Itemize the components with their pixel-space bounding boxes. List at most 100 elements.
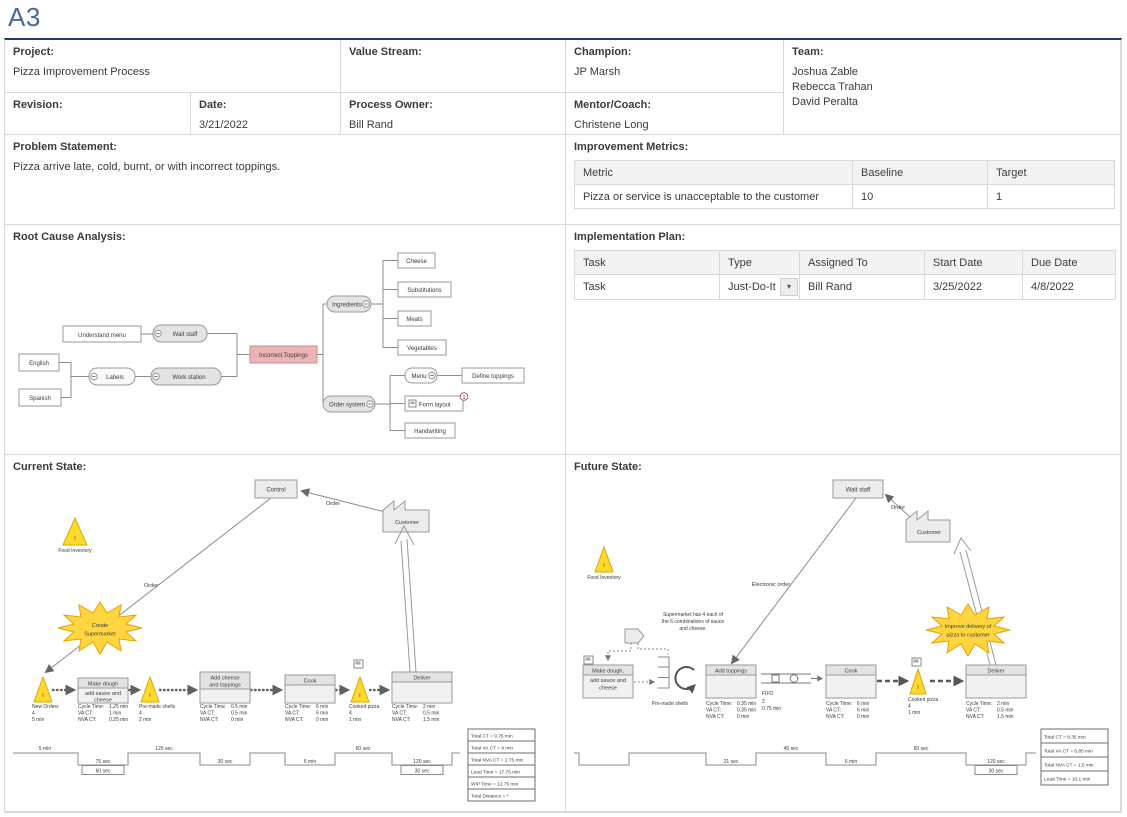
data-label: NVA CT: — [706, 714, 725, 720]
timeline-value: 120 sec — [155, 746, 173, 752]
process-owner-label: Process Owner: — [349, 99, 557, 111]
factory-icon[interactable] — [906, 511, 950, 542]
node-label: Incorrect Toppings — [259, 353, 308, 359]
metric-baseline-cell[interactable]: 10 — [853, 185, 988, 209]
queue-qty: 4 — [349, 711, 352, 717]
process-title: Add cheese — [210, 676, 239, 682]
champion-value[interactable]: JP Marsh — [574, 65, 775, 80]
arrow-label: Order — [144, 583, 158, 589]
summary-row: Total Distance = * — [471, 794, 509, 800]
inventory-i: I — [917, 685, 918, 691]
data-label: VA CT: — [285, 711, 300, 717]
node-label: Understand menu — [78, 333, 126, 339]
summary-row: Total CT = 8.35 min — [1044, 735, 1086, 741]
timeline-value: 45 sec — [784, 746, 799, 752]
customer-label: Customer — [395, 520, 419, 526]
burst-label: pizza to customer — [946, 633, 989, 639]
node-label: Form layout — [419, 403, 451, 409]
arrow-label: Order — [891, 505, 905, 511]
root-cause-diagram: Understand menu Wait staff English Spani… — [5, 225, 566, 455]
node-label: Substitutions — [407, 288, 441, 294]
summary-row: Total CT = 9.75 min — [471, 734, 513, 740]
team-member[interactable]: David Peralta — [792, 95, 1112, 110]
project-value[interactable]: Pizza Improvement Process — [13, 65, 332, 80]
node-label: Define toppings — [472, 374, 514, 380]
data-value: 6 min — [316, 704, 328, 710]
checkbox-icon — [914, 660, 919, 663]
node-label: Cheese — [406, 259, 427, 265]
queue-name: Pre-made shells — [139, 704, 176, 710]
fifo-label: FIFO — [762, 691, 773, 697]
timeline — [13, 753, 460, 765]
revision-field: Revision: — [5, 93, 191, 135]
plan-header-row: Task Type Assigned To Start Date Due Dat… — [575, 251, 1116, 275]
plan-col-due: Due Date — [1023, 251, 1116, 275]
metrics-col-target: Target — [988, 161, 1115, 185]
factory-icon[interactable] — [383, 501, 429, 532]
data-value: 6 min — [857, 708, 869, 714]
data-label: VA CT: — [392, 711, 407, 717]
data-value: 0.5 min — [231, 704, 248, 710]
kanban-pentagon-icon[interactable] — [625, 629, 644, 643]
data-label: VA CT: — [706, 708, 721, 714]
supermarket-shelf-icon[interactable] — [658, 657, 669, 688]
improvement-metrics-section: Improvement Metrics: Metric Baseline Tar… — [566, 135, 1121, 225]
shipment-arrow[interactable] — [954, 538, 996, 665]
plan-table: Task Type Assigned To Start Date Due Dat… — [574, 250, 1116, 300]
data-label: VA CT: — [966, 708, 981, 714]
mentor-value[interactable]: Christene Long — [574, 118, 775, 133]
queue-qty: 4 — [908, 704, 911, 710]
inventory-i: I — [74, 536, 75, 542]
data-label: Cycle Time: — [392, 704, 418, 710]
shipment-arrow[interactable] — [395, 526, 416, 672]
data-value: 0.5 min — [997, 708, 1014, 714]
plan-col-type: Type — [720, 251, 800, 275]
process-owner-field: Process Owner: Bill Rand — [341, 93, 566, 135]
current-state-section: Current State: Order Order Control Custo… — [5, 455, 566, 812]
metrics-label: Improvement Metrics: — [574, 141, 1112, 153]
timeline-value: 30 sec — [415, 769, 430, 775]
queue-qty: 4 — [139, 711, 142, 717]
data-label: VA CT: — [200, 711, 215, 717]
plan-col-start: Start Date — [925, 251, 1023, 275]
fifo-lane-icon[interactable] — [761, 674, 811, 683]
date-value[interactable]: 3/21/2022 — [199, 118, 332, 133]
note-text: and cheese. — [679, 626, 706, 632]
order-arrow[interactable] — [302, 491, 385, 512]
future-state-label: Future State: — [574, 461, 642, 473]
plan-start-cell[interactable]: 3/25/2022 — [925, 275, 1023, 300]
problem-text[interactable]: Pizza arrive late, cold, burnt, or with … — [13, 160, 557, 175]
inventory-i: I — [42, 693, 43, 699]
control-label: Control — [266, 488, 285, 494]
plan-type-cell[interactable]: Just-Do-It ▾ — [720, 275, 800, 300]
inventory-label: Food Inventory — [58, 548, 92, 554]
project-field: Project: Pizza Improvement Process — [5, 40, 341, 93]
project-label: Project: — [13, 46, 332, 58]
plan-type-value: Just-Do-It — [728, 281, 776, 293]
customer-label: Customer — [917, 530, 941, 536]
metric-target-cell[interactable]: 1 — [988, 185, 1115, 209]
note-text: Supermarket has 4 each of — [663, 612, 724, 618]
plan-col-assigned: Assigned To — [800, 251, 925, 275]
checkbox-icon — [356, 662, 361, 665]
plan-due-cell[interactable]: 4/8/2022 — [1023, 275, 1116, 300]
team-member[interactable]: Joshua Zable — [792, 65, 1112, 80]
process-owner-value[interactable]: Bill Rand — [349, 118, 557, 133]
plan-task-cell[interactable]: Task — [575, 275, 720, 300]
future-state-section: Future State: Order Electronic order Wai… — [566, 455, 1121, 812]
checkbox-icon — [586, 658, 591, 661]
a3-sheet: Project: Pizza Improvement Process Value… — [4, 38, 1122, 813]
type-dropdown-button[interactable]: ▾ — [780, 278, 798, 296]
data-label: NVA CT: — [966, 714, 985, 720]
inventory-i: I — [603, 563, 604, 569]
summary-row: Total VA CT = 8 min — [471, 746, 513, 752]
timeline-value: 21 sec — [724, 759, 739, 765]
metric-name-cell[interactable]: Pizza or service is unacceptable to the … — [575, 185, 853, 209]
data-value: 1 min — [109, 711, 121, 717]
team-member[interactable]: Rebecca Trahan — [792, 80, 1112, 95]
electronic-order-arrow[interactable] — [732, 498, 856, 663]
process-title: Deliver — [987, 669, 1004, 675]
burst-shape[interactable] — [926, 604, 1010, 656]
loop-arrow-icon[interactable] — [675, 667, 694, 689]
plan-assigned-cell[interactable]: Bill Rand — [800, 275, 925, 300]
